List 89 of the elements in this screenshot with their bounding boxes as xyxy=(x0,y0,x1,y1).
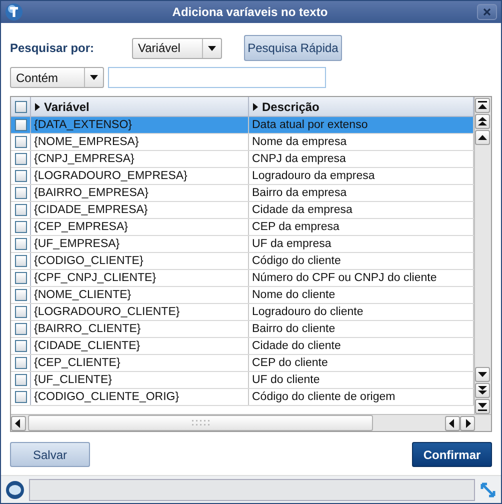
checkbox[interactable] xyxy=(14,187,26,199)
table-cell: {NOME_CLIENTE} xyxy=(31,287,249,303)
checkbox[interactable] xyxy=(14,153,26,165)
table-row[interactable]: {CODIGO_CLIENTE} Código do cliente xyxy=(11,253,474,270)
scroll-button[interactable] xyxy=(475,130,490,145)
scroll-thumb[interactable] xyxy=(28,415,373,431)
close-icon xyxy=(483,8,491,16)
table-row[interactable]: {LOGRADOURO_CLIENTE} Logradouro do cliente xyxy=(11,304,474,321)
scroll-button[interactable] xyxy=(475,114,490,129)
scroll-button[interactable] xyxy=(475,399,490,414)
table-cell: {CNPJ_EMPRESA} xyxy=(31,151,249,167)
scroll-button[interactable] xyxy=(475,98,490,113)
triangle-icon xyxy=(253,102,258,110)
table-row[interactable]: {LOGRADOURO_EMPRESA} Logradouro da empresa xyxy=(11,168,474,185)
table-row[interactable]: {CIDADE_EMPRESA} Cidade da empresa xyxy=(11,202,474,219)
table-cell: {DATA_EXTENSO} xyxy=(31,117,249,133)
checkbox[interactable] xyxy=(14,238,26,250)
checkbox[interactable] xyxy=(14,391,26,403)
table-cell: {CODIGO_CLIENTE} xyxy=(31,253,249,269)
table-cell: {UF_CLIENTE} xyxy=(31,372,249,388)
logo-icon xyxy=(5,480,25,500)
table-cell: {CPF_CNPJ_CLIENTE} xyxy=(31,270,249,286)
table-cell: {CODIGO_CLIENTE_ORIG} xyxy=(31,389,249,405)
quick-search-button[interactable]: Pesquisa Rápida xyxy=(244,35,342,61)
arrow-icon xyxy=(478,101,487,110)
checkbox[interactable] xyxy=(14,306,26,318)
table-row[interactable]: {BAIRRO_EMPRESA} Bairro da empresa xyxy=(11,185,474,202)
column-title: Variável xyxy=(44,100,90,114)
table-row[interactable]: {UF_CLIENTE} UF do cliente xyxy=(11,372,474,389)
table-cell: {LOGRADOURO_CLIENTE} xyxy=(31,304,249,320)
confirm-button[interactable]: Confirmar xyxy=(412,442,492,467)
column-header[interactable]: Variável xyxy=(31,97,249,116)
select-all-checkbox[interactable] xyxy=(14,100,26,112)
table-row[interactable]: {BAIRRO_CLIENTE} Bairro do cliente xyxy=(11,321,474,338)
table-row[interactable]: {CPF_CNPJ_CLIENTE} Número do CPF ou CNPJ do cliente xyxy=(11,270,474,287)
scroll-button[interactable] xyxy=(445,416,460,431)
checkbox[interactable] xyxy=(14,272,26,284)
table-row[interactable]: {DATA_EXTENSO} Data atual por extenso xyxy=(11,117,474,134)
table-row[interactable]: {CEP_EMPRESA} CEP da empresa xyxy=(11,219,474,236)
arrow-icon xyxy=(478,133,487,142)
table-cell: {CEP_CLIENTE} xyxy=(31,355,249,371)
arrow-icon xyxy=(478,402,487,411)
field-dropdown[interactable]: Variável xyxy=(132,38,222,58)
table-row[interactable]: {CODIGO_CLIENTE_ORIG} Código do cliente de origem xyxy=(11,389,474,406)
table-row[interactable]: {NOME_CLIENTE} Nome do cliente xyxy=(11,287,474,304)
scroll-button[interactable] xyxy=(475,383,490,398)
resize-icon[interactable] xyxy=(479,480,497,498)
arrow-icon xyxy=(478,386,487,395)
checkbox[interactable] xyxy=(14,323,26,335)
table-row[interactable]: {CIDADE_CLIENTE} Cidade do cliente xyxy=(11,338,474,355)
checkbox[interactable] xyxy=(14,221,26,233)
scroll-button[interactable] xyxy=(475,367,490,382)
caret-icon xyxy=(208,46,216,50)
checkbox[interactable] xyxy=(14,170,26,182)
table-cell: {CIDADE_EMPRESA} xyxy=(31,202,249,218)
table-cell: {CIDADE_CLIENTE} xyxy=(31,338,249,354)
search-label: Pesquisar por: xyxy=(10,41,96,55)
table-cell: {UF_EMPRESA} xyxy=(31,236,249,252)
table-row[interactable]: {CNPJ_EMPRESA} CNPJ da empresa xyxy=(11,151,474,168)
logo-icon xyxy=(5,3,23,21)
checkbox[interactable] xyxy=(14,357,26,369)
triangle-icon xyxy=(35,102,40,110)
table-row[interactable]: {NOME_EMPRESA} Nome da empresa xyxy=(11,134,474,151)
arrow-icon xyxy=(478,370,487,379)
table-row[interactable]: {UF_EMPRESA} UF da empresa xyxy=(11,236,474,253)
checkbox[interactable] xyxy=(14,255,26,267)
table-cell: {BAIRRO_EMPRESA} xyxy=(31,185,249,201)
caret-icon xyxy=(90,75,98,80)
window-title: Adiciona varíaveis no texto xyxy=(171,5,329,19)
checkbox[interactable] xyxy=(14,119,26,131)
table-cell: {NOME_EMPRESA} xyxy=(31,134,249,150)
checkbox[interactable] xyxy=(14,136,26,148)
checkbox[interactable] xyxy=(14,204,26,216)
table-cell: {BAIRRO_CLIENTE} xyxy=(31,321,249,337)
table-row[interactable]: {CEP_CLIENTE} CEP do cliente xyxy=(11,355,474,372)
table-cell: {LOGRADOURO_EMPRESA} xyxy=(31,168,249,184)
table-cell: {CEP_EMPRESA} xyxy=(31,219,249,235)
search-field[interactable] xyxy=(108,67,326,88)
checkbox[interactable] xyxy=(14,340,26,352)
operator-dropdown[interactable]: Contém xyxy=(10,67,104,88)
close-button[interactable] xyxy=(477,4,497,20)
checkbox[interactable] xyxy=(14,289,26,301)
save-button[interactable]: Salvar xyxy=(10,442,90,467)
column-title: Descrição xyxy=(262,100,320,114)
scroll-button[interactable] xyxy=(460,416,475,431)
arrow-icon xyxy=(14,419,23,428)
scroll-button[interactable] xyxy=(11,416,26,431)
checkbox[interactable] xyxy=(14,374,26,386)
arrow-icon xyxy=(478,117,487,126)
